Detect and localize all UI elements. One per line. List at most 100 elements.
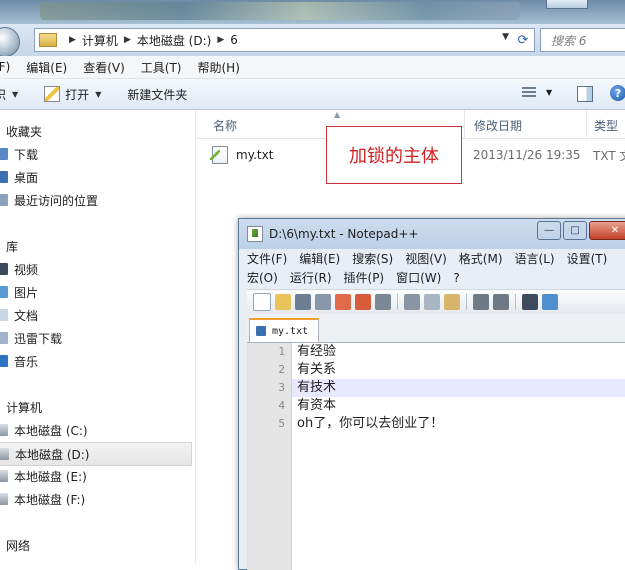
tab-my-txt[interactable]: my.txt [249, 318, 319, 342]
column-date[interactable]: 修改日期 [474, 117, 522, 134]
notepad-app-icon [247, 226, 263, 242]
maximize-button[interactable]: □ [563, 221, 587, 240]
text-file-icon [210, 146, 228, 164]
recent-places-icon [0, 194, 8, 206]
nav-item-downloads[interactable]: 下载 [0, 143, 38, 165]
preview-pane-icon[interactable] [577, 86, 593, 102]
nav-item-documents[interactable]: 文档 [0, 304, 38, 326]
notepad-tab-bar: my.txt [247, 314, 625, 342]
nav-item-music[interactable]: 音乐 [0, 350, 38, 372]
nav-item-recent[interactable]: 最近访问的位置 [0, 189, 98, 211]
redo-icon[interactable] [493, 294, 509, 310]
explorer-menu-bar: (F) 编辑(E) 查看(V) 工具(T) 帮助(H) [0, 56, 625, 79]
npp-menu-language[interactable]: 语言(L) [515, 250, 555, 267]
chevron-down-icon[interactable]: ▼ [502, 32, 509, 42]
new-file-icon[interactable] [253, 293, 271, 311]
sort-ascending-icon: ▲ [334, 110, 341, 119]
notepad-toolbar [247, 289, 625, 315]
print-icon[interactable] [375, 294, 391, 310]
nav-item-drive-f[interactable]: 本地磁盘 (F:) [0, 488, 85, 510]
minimize-button[interactable]: — [537, 221, 561, 240]
address-field[interactable]: ▶ 计算机 ▶ 本地磁盘 (D:) ▶ 6 ▼ [34, 28, 514, 52]
nav-item-drive-d[interactable]: 本地磁盘 (D:) [0, 442, 192, 466]
network-header[interactable]: 网络 [6, 535, 30, 555]
close-all-icon[interactable] [355, 294, 371, 310]
breadcrumb-folder-6[interactable]: 6 [230, 33, 238, 47]
undo-icon[interactable] [473, 294, 489, 310]
help-icon[interactable]: ? [610, 85, 625, 101]
nav-item-xunlei[interactable]: 迅雷下载 [0, 327, 62, 349]
line-number: 4 [278, 399, 285, 412]
organize-button[interactable]: 织 ▼ [0, 86, 18, 103]
nav-item-desktop[interactable]: 桌面 [0, 166, 38, 188]
downloads-icon [0, 148, 8, 160]
replace-icon[interactable] [542, 294, 558, 310]
computer-header[interactable]: 计算机 [6, 397, 42, 417]
find-icon[interactable] [522, 294, 538, 310]
npp-menu-format[interactable]: 格式(M) [459, 250, 503, 267]
line-number: 1 [278, 345, 285, 358]
organize-label: 织 [0, 87, 7, 102]
code-line[interactable]: 有经验 [297, 343, 336, 361]
npp-menu-search[interactable]: 搜索(S) [352, 250, 393, 267]
file-name: my.txt [236, 148, 274, 162]
code-line[interactable]: oh了，你可以去创业了！ [297, 415, 443, 433]
libraries-header[interactable]: 库 [6, 236, 18, 256]
library-folder-icon [0, 332, 8, 344]
chevron-down-icon[interactable]: ▼ [546, 88, 552, 97]
npp-menu-help[interactable]: ? [453, 271, 459, 285]
editor-area[interactable]: 1 有经验 2 有关系 3 有技术 4 有资本 5 oh了，你可以去创业了！ [247, 342, 625, 570]
column-type[interactable]: 类型 [594, 117, 618, 134]
code-line[interactable]: 有技术 [297, 379, 336, 397]
address-bar: ▶ 计算机 ▶ 本地磁盘 (D:) ▶ 6 ▼ ⟳ 搜索 6 [0, 24, 625, 57]
search-input[interactable]: 搜索 6 [540, 28, 625, 52]
chevron-down-icon: ▼ [12, 89, 19, 99]
open-button[interactable]: 打开 ▼ [44, 86, 101, 103]
column-divider[interactable] [586, 110, 587, 138]
column-divider[interactable] [464, 110, 465, 138]
close-button[interactable]: ✕ [589, 221, 625, 240]
music-icon [0, 355, 8, 367]
nav-item-drive-e[interactable]: 本地磁盘 (E:) [0, 465, 87, 487]
npp-menu-run[interactable]: 运行(R) [290, 269, 332, 286]
code-line[interactable]: 有资本 [297, 397, 336, 415]
paste-icon[interactable] [444, 294, 460, 310]
refresh-icon[interactable]: ⟳ [512, 28, 535, 52]
cut-icon[interactable] [404, 294, 420, 310]
menu-edit[interactable]: 编辑(E) [26, 59, 67, 76]
menu-tools[interactable]: 工具(T) [141, 59, 182, 76]
notepad-plus-plus-window: D:\6\my.txt - Notepad++ — □ ✕ 文件(F) 编辑(E… [238, 218, 625, 570]
npp-menu-macro[interactable]: 宏(O) [247, 269, 278, 286]
nav-item-videos[interactable]: 视频 [0, 258, 38, 280]
videos-icon [0, 263, 8, 275]
menu-file[interactable]: (F) [0, 60, 10, 74]
copy-icon[interactable] [424, 294, 440, 310]
open-file-icon[interactable] [275, 294, 291, 310]
breadcrumb-computer[interactable]: 计算机 [82, 32, 118, 49]
menu-view[interactable]: 查看(V) [83, 59, 125, 76]
save-all-icon[interactable] [315, 294, 331, 310]
window-controls[interactable] [546, 0, 588, 9]
view-options-icon[interactable] [522, 87, 536, 99]
npp-menu-plugins[interactable]: 插件(P) [344, 269, 385, 286]
npp-menu-view[interactable]: 视图(V) [405, 250, 447, 267]
menu-help[interactable]: 帮助(H) [198, 59, 240, 76]
npp-menu-file[interactable]: 文件(F) [247, 250, 287, 267]
notepad-title-bar: D:\6\my.txt - Notepad++ — □ ✕ [239, 219, 625, 249]
nav-item-drive-c[interactable]: 本地磁盘 (C:) [0, 419, 88, 441]
save-icon[interactable] [295, 294, 311, 310]
code-line[interactable]: 有关系 [297, 361, 336, 379]
npp-menu-settings[interactable]: 设置(T) [567, 250, 608, 267]
close-file-icon[interactable] [335, 294, 351, 310]
back-button[interactable] [0, 27, 20, 57]
nav-item-pictures[interactable]: 图片 [0, 281, 38, 303]
toolbar-divider [515, 294, 516, 310]
new-folder-button[interactable]: 新建文件夹 [127, 86, 187, 103]
drive-icon [0, 470, 8, 482]
blurred-background [40, 2, 520, 20]
breadcrumb-drive-d[interactable]: 本地磁盘 (D:) [137, 32, 211, 49]
npp-menu-edit[interactable]: 编辑(E) [299, 250, 340, 267]
column-name[interactable]: 名称 [213, 117, 237, 134]
npp-menu-window[interactable]: 窗口(W) [396, 269, 441, 286]
favorites-header[interactable]: 收藏夹 [6, 121, 42, 141]
